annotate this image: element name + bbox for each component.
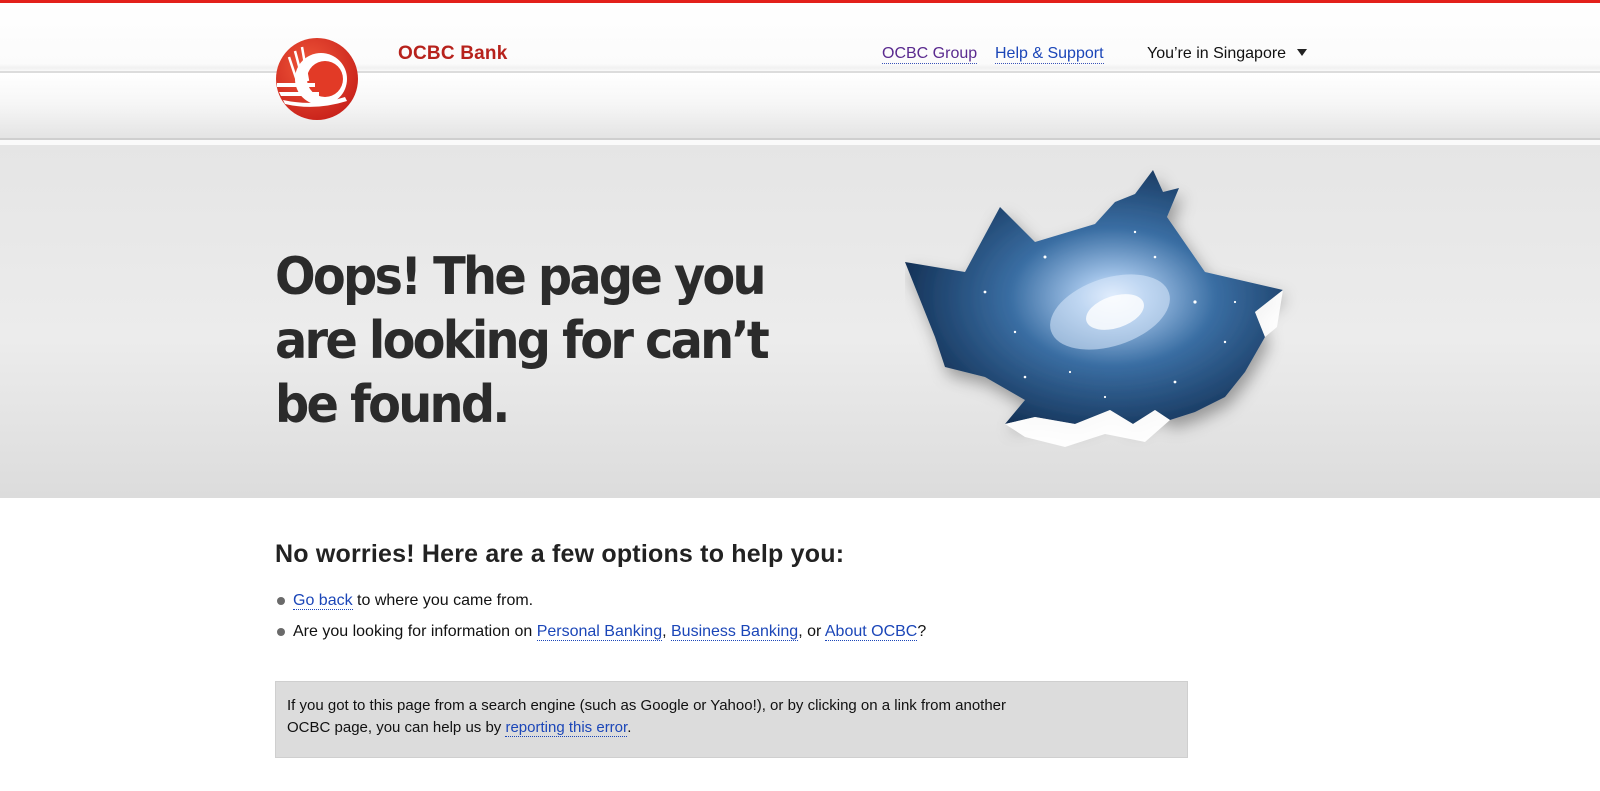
site-header: OCBC Bank OCBC Group Help & Support You’…: [0, 3, 1600, 140]
option-prefix-text: Are you looking for information on: [293, 623, 537, 640]
header-divider: [0, 71, 1600, 73]
ocbc-logo-icon[interactable]: [275, 37, 359, 121]
separator-text: ,: [662, 623, 671, 640]
error-hero: Oops! The page you are looking for can’t…: [0, 145, 1600, 498]
go-back-text: to where you came from.: [352, 592, 534, 609]
personal-banking-link[interactable]: Personal Banking: [536, 623, 663, 641]
nav-link-help-support[interactable]: Help & Support: [995, 45, 1104, 64]
notice-suffix: .: [627, 719, 632, 736]
list-item: Go back to where you came from.: [275, 585, 1195, 616]
notice-text: If you got to this page from a search en…: [287, 697, 1007, 736]
business-banking-link[interactable]: Business Banking: [671, 623, 799, 641]
about-ocbc-link[interactable]: About OCBC: [824, 623, 918, 641]
bullet-icon: [277, 597, 285, 605]
options-list: Go back to where you came from. Are you …: [275, 585, 1195, 647]
error-title: Oops! The page you are looking for can’t…: [275, 247, 770, 435]
options-heading: No worries! Here are a few options to he…: [275, 540, 845, 568]
bullet-icon: [277, 628, 285, 636]
report-error-link[interactable]: reporting this error: [505, 719, 628, 737]
report-error-notice: If you got to this page from a search en…: [275, 681, 1188, 758]
go-back-link[interactable]: Go back: [293, 592, 353, 610]
caret-down-icon[interactable]: [1297, 49, 1307, 56]
separator-text: , or: [798, 623, 825, 640]
help-options: No worries! Here are a few options to he…: [275, 540, 1195, 647]
brand-name: OCBC Bank: [398, 43, 508, 64]
option-suffix-text: ?: [917, 623, 927, 640]
list-item: Are you looking for information on Perso…: [275, 616, 1195, 647]
notice-text-block: If you got to this page from a search en…: [287, 695, 1047, 739]
region-selector[interactable]: You’re in Singapore: [1147, 45, 1286, 63]
torn-paper-galaxy-image: [905, 170, 1283, 447]
nav-link-ocbc-group[interactable]: OCBC Group: [882, 45, 978, 64]
